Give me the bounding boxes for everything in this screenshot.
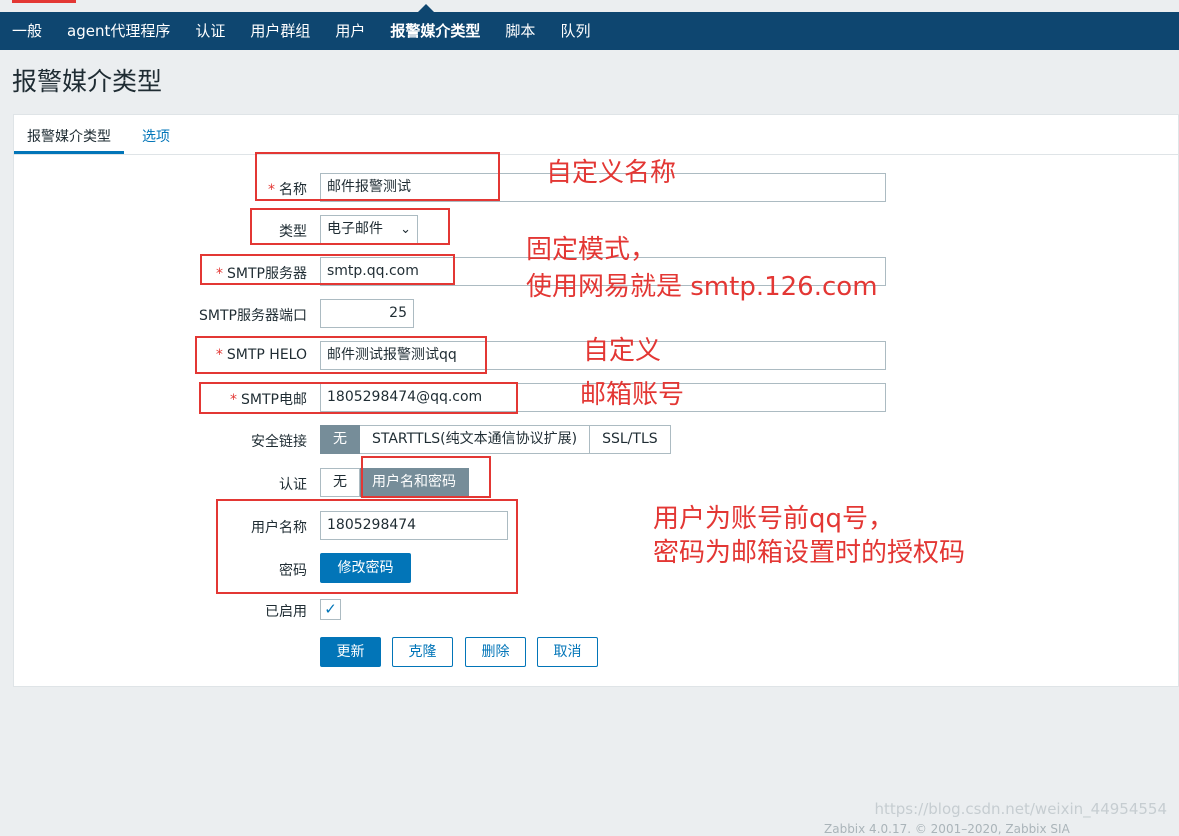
active-nav-pointer xyxy=(418,4,434,12)
required-marker: * xyxy=(268,182,275,198)
security-segmented-control: 无 STARTTLS(纯文本通信协议扩展) SSL/TLS xyxy=(320,425,671,454)
annotation-name-note: 自定义名称 xyxy=(546,158,677,188)
smtp-port-input[interactable]: 25 xyxy=(320,299,414,328)
nav-item-user-groups[interactable]: 用户群组 xyxy=(250,12,310,50)
security-option-ssl-tls[interactable]: SSL/TLS xyxy=(590,425,671,454)
page-title: 报警媒介类型 xyxy=(12,67,163,96)
watermark-text: https://blog.csdn.net/weixin_44954554 xyxy=(874,800,1167,818)
security-option-none[interactable]: 无 xyxy=(320,425,360,454)
tab-bar: 报警媒介类型 选项 xyxy=(14,115,1178,155)
nav-item-users[interactable]: 用户 xyxy=(335,12,365,50)
checkmark-icon: ✓ xyxy=(324,600,337,618)
update-button[interactable]: 更新 xyxy=(320,637,381,667)
type-select[interactable]: 电子邮件 ⌄ xyxy=(320,215,418,244)
smtp-helo-label: * SMTP HELO xyxy=(215,347,307,363)
annotation-auth-note-line2: 密码为邮箱设置时的授权码 xyxy=(653,538,966,568)
chevron-down-icon: ⌄ xyxy=(400,222,411,237)
annotation-email-note: 邮箱账号 xyxy=(580,380,685,410)
logo-mark xyxy=(12,0,76,3)
nav-item-general[interactable]: 一般 xyxy=(12,12,42,50)
main-navigation: 一般 agent代理程序 认证 用户群组 用户 报警媒介类型 脚本 队列 xyxy=(0,12,1179,50)
nav-item-queue[interactable]: 队列 xyxy=(560,12,590,50)
tab-media-type[interactable]: 报警媒介类型 xyxy=(14,126,124,154)
type-select-value: 电子邮件 xyxy=(327,221,383,237)
smtp-email-label: * SMTP电邮 xyxy=(230,392,307,408)
nav-item-agent-proxy[interactable]: agent代理程序 xyxy=(67,12,170,50)
annotation-helo-note: 自定义 xyxy=(583,336,662,366)
enabled-label: 已启用 xyxy=(265,604,307,620)
cancel-button[interactable]: 取消 xyxy=(537,637,598,667)
required-marker: * xyxy=(215,347,223,363)
required-marker: * xyxy=(230,392,238,408)
security-option-starttls[interactable]: STARTTLS(纯文本通信协议扩展) xyxy=(360,425,591,454)
clone-button[interactable]: 克隆 xyxy=(392,637,453,667)
name-label: * 名称 xyxy=(268,182,307,198)
change-password-button[interactable]: 修改密码 xyxy=(320,553,411,583)
auth-option-username-password[interactable]: 用户名和密码 xyxy=(360,468,469,497)
nav-item-authentication[interactable]: 认证 xyxy=(195,12,225,50)
auth-label: 认证 xyxy=(279,477,307,493)
nav-item-media-types[interactable]: 报警媒介类型 xyxy=(390,12,480,50)
top-strip xyxy=(0,0,1179,12)
annotation-server-note-line1: 固定模式， xyxy=(526,235,657,265)
tab-options[interactable]: 选项 xyxy=(142,126,170,146)
auth-option-none[interactable]: 无 xyxy=(320,468,360,497)
username-label: 用户名称 xyxy=(251,520,307,536)
type-label: 类型 xyxy=(279,224,307,240)
annotation-server-note-line2: 使用网易就是 smtp.126.com xyxy=(526,272,878,302)
required-marker: * xyxy=(216,266,224,282)
auth-segmented-control: 无 用户名和密码 xyxy=(320,468,469,497)
annotation-auth-note-line1: 用户为账号前qq号， xyxy=(653,504,895,534)
delete-button[interactable]: 删除 xyxy=(465,637,526,667)
smtp-server-label: * SMTP服务器 xyxy=(216,266,307,282)
nav-item-scripts[interactable]: 脚本 xyxy=(505,12,535,50)
security-label: 安全链接 xyxy=(251,434,307,450)
smtp-port-label: SMTP服务器端口 xyxy=(199,308,307,324)
enabled-checkbox[interactable]: ✓ xyxy=(320,599,341,620)
username-input[interactable]: 1805298474 xyxy=(320,511,508,540)
password-label: 密码 xyxy=(279,563,307,579)
footer-copyright: Zabbix 4.0.17. © 2001–2020, Zabbix SIA xyxy=(824,822,1070,836)
